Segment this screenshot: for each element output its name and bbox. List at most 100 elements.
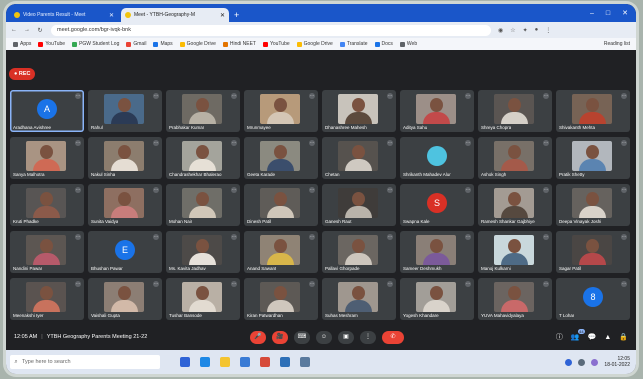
microphone-button[interactable]: 🎤 <box>250 331 266 344</box>
participant-tile[interactable]: ⋯ Ms. Kavita Jadhav <box>166 231 240 273</box>
present-button[interactable]: ▣ <box>338 331 354 344</box>
bookmark-item[interactable]: YouTube <box>38 41 65 47</box>
participant-tile[interactable]: ⋯ Sagar Patil <box>556 231 630 273</box>
bookmark-item[interactable]: Maps <box>153 41 173 47</box>
new-tab-button[interactable]: + <box>234 8 239 22</box>
bookmark-item[interactable]: Web <box>399 41 417 47</box>
file-explorer-icon[interactable] <box>220 357 230 367</box>
tab-meet-active[interactable]: Meet - YTBH-Geography-M ✕ <box>121 8 229 22</box>
end-call-button[interactable]: ✆ <box>382 331 404 344</box>
menu-icon[interactable]: ⋮ <box>545 27 551 34</box>
reading-list[interactable]: Reading list <box>604 41 630 47</box>
task-view-icon[interactable] <box>180 357 190 367</box>
bookmark-item[interactable]: Docs <box>374 41 393 47</box>
tab-meet-results[interactable]: Video Parents Result - Meet ✕ <box>10 8 118 22</box>
camera-permission-icon[interactable]: ◉ <box>498 27 503 34</box>
participant-tile[interactable]: ⋯ Dhanashree Mahesh <box>322 90 396 132</box>
more-options-button[interactable]: ⋮ <box>360 331 376 344</box>
activities-icon[interactable]: ▲ <box>604 331 611 344</box>
participant-tile[interactable]: S ⋯ Swapna Kale <box>400 184 474 226</box>
participant-tile[interactable]: ⋯ Meenakshi Iyer <box>10 278 84 320</box>
camera-button[interactable]: 🎥 <box>272 331 288 344</box>
participant-tile[interactable]: ⋯ Manoj Kulkarni <box>478 231 552 273</box>
taskbar-search[interactable]: ⌕ Type here to search <box>10 355 160 369</box>
participant-tile[interactable]: ⋯ Pallavi Ghorpade <box>322 231 396 273</box>
participant-tile[interactable]: ⋯ Chetan <box>322 137 396 179</box>
control-glyph: ▲ <box>604 334 612 341</box>
participant-tile[interactable]: ⋯ Ashok Singh <box>478 137 552 179</box>
host-controls-icon[interactable]: 🔒 <box>619 331 628 344</box>
participant-tile[interactable]: ⋯ Mrunmayee <box>244 90 318 132</box>
bookmark-item[interactable]: Gmail <box>126 41 146 47</box>
participant-tile[interactable]: ⋯ Nakul Sinha <box>88 137 162 179</box>
close-icon[interactable]: ✕ <box>109 12 114 19</box>
store-icon[interactable] <box>240 357 250 367</box>
participant-name: Mohan Nair <box>169 219 193 224</box>
participant-name: Sunita Vaidya <box>91 219 119 224</box>
bookmark-item[interactable]: Hindi NEET <box>222 41 256 47</box>
participant-tile[interactable]: 8 ⋯ T Lohar <box>556 278 630 320</box>
participant-tile[interactable]: ⋯ Tushar Bansode <box>166 278 240 320</box>
participant-tile[interactable]: ⋯ Shreya Chopra <box>478 90 552 132</box>
participant-tile[interactable]: ⋯ Ganesh Raut <box>322 184 396 226</box>
bookmark-item[interactable]: Google Drive <box>296 41 333 47</box>
profile-icon[interactable]: ● <box>535 27 539 33</box>
word-icon[interactable] <box>280 357 290 367</box>
participant-tile[interactable]: ⋯ Kruti Phadke <box>10 184 84 226</box>
participant-tile[interactable]: ⋯ Shrikanth Mahadev Alur <box>400 137 474 179</box>
participant-tile[interactable]: ⋯ Shivakanth Mehta <box>556 90 630 132</box>
participant-tile[interactable]: A ⋯ Aradhana Avishree <box>10 90 84 132</box>
chrome-icon[interactable] <box>260 357 270 367</box>
url-field[interactable]: meet.google.com/bgr-ivqk-bnk <box>51 24 491 36</box>
battery-icon[interactable] <box>591 358 599 366</box>
participant-tile[interactable]: E ⋯ Bhushan Pawar <box>88 231 162 273</box>
close-icon[interactable]: ✕ <box>220 12 225 19</box>
participant-name: Shivakanth Mehta <box>559 125 596 130</box>
participant-tile[interactable]: ⋯ Pratik Shetty <box>556 137 630 179</box>
meeting-details-icon[interactable]: ⓘ <box>556 331 563 344</box>
participant-tile[interactable]: ⋯ Nandini Pawar <box>10 231 84 273</box>
participant-tile[interactable]: ⋯ Vaishali Gupta <box>88 278 162 320</box>
participant-tile[interactable]: ⋯ Deepa Vinayak Joshi <box>556 184 630 226</box>
participant-tile[interactable]: ⋯ Ramesh Shankar Gajbhiye <box>478 184 552 226</box>
participant-name: Aditya Sahu <box>403 125 428 130</box>
participant-tile[interactable]: ⋯ Sameer Deshmukh <box>400 231 474 273</box>
bookmark-item[interactable]: Apps <box>13 41 31 47</box>
edge-browser-icon[interactable] <box>200 357 210 367</box>
participant-tile[interactable]: ⋯ Sanya Malhotra <box>10 137 84 179</box>
participant-tile[interactable]: ⋯ Mohan Nair <box>166 184 240 226</box>
reactions-button[interactable]: ☺ <box>316 331 332 344</box>
participant-tile[interactable]: ⋯ Rahul <box>88 90 162 132</box>
bookmark-item[interactable]: YouTube <box>262 41 290 47</box>
volume-icon[interactable] <box>578 358 586 366</box>
participant-tile[interactable]: ⋯ Anand Sawant <box>244 231 318 273</box>
participant-tile[interactable]: ⋯ Aditya Sahu <box>400 90 474 132</box>
reload-icon[interactable]: ↻ <box>35 27 45 34</box>
chat-icon[interactable]: 💬 <box>588 331 597 344</box>
extensions-icon[interactable]: ✦ <box>523 27 528 34</box>
people-icon[interactable]: 👥 44 <box>571 329 585 344</box>
mail-icon[interactable] <box>300 357 310 367</box>
person-head <box>196 286 209 300</box>
back-icon[interactable]: ← <box>9 27 19 33</box>
participant-tile[interactable]: ⋯ Yogesh Khandare <box>400 278 474 320</box>
participant-tile[interactable]: ⋯ Geeta Karade <box>244 137 318 179</box>
participant-tile[interactable]: ⋯ Suhas Meshram <box>322 278 396 320</box>
network-icon[interactable] <box>565 358 573 366</box>
bookmark-item[interactable]: PGW Student Log <box>72 41 119 47</box>
captions-button[interactable]: ⌨ <box>294 331 310 344</box>
participant-tile[interactable]: ⋯ Prabhakar Kumar <box>166 90 240 132</box>
maximize-button[interactable]: □ <box>606 6 610 22</box>
minimize-button[interactable]: – <box>590 6 594 22</box>
participant-tile[interactable]: ⋯ Dinesh Patil <box>244 184 318 226</box>
participant-tile[interactable]: ⋯ Chandrashekhar Bhalerao <box>166 137 240 179</box>
tray-clock[interactable]: 12:05 18-01-2022 <box>604 356 630 368</box>
close-window-button[interactable]: ✕ <box>622 6 628 22</box>
bookmark-item[interactable]: Translate <box>339 41 368 47</box>
participant-tile[interactable]: ⋯ Kiran Patwardhan <box>244 278 318 320</box>
star-icon[interactable]: ☆ <box>510 27 515 34</box>
participant-tile[interactable]: ⋯ Sunita Vaidya <box>88 184 162 226</box>
participant-tile[interactable]: ⋯ YUVA Mahavidyalaya <box>478 278 552 320</box>
bookmark-item[interactable]: Google Drive <box>179 41 216 47</box>
forward-icon[interactable]: → <box>22 27 32 33</box>
